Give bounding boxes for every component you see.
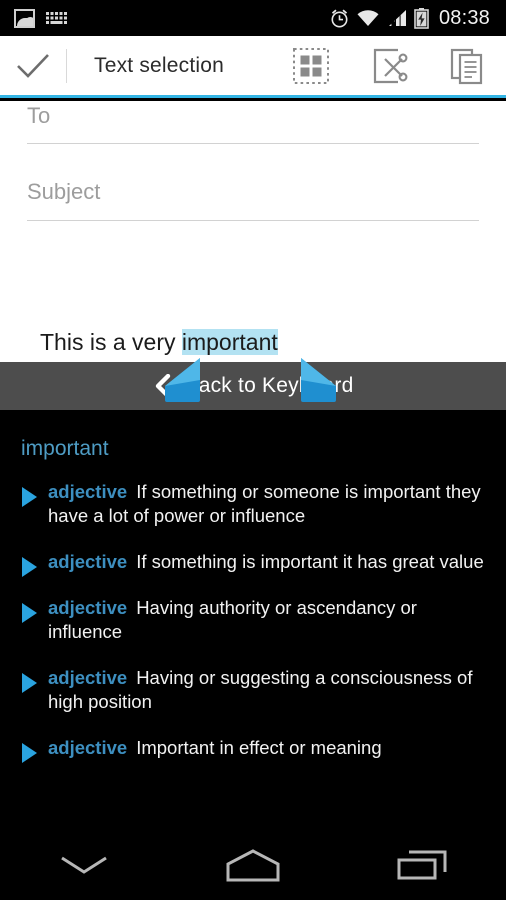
hide-keyboard-icon [61, 856, 108, 874]
recents-button[interactable] [337, 830, 506, 900]
part-of-speech: adjective [48, 551, 128, 572]
compose-area: To Subject This is a very important [0, 101, 506, 362]
subject-field[interactable]: Subject [27, 163, 479, 221]
status-bar-clock: 08:38 [438, 6, 490, 29]
select-all-icon [293, 47, 329, 84]
play-triangle-icon [22, 673, 37, 693]
play-triangle-icon [22, 603, 37, 623]
home-button[interactable] [169, 830, 338, 900]
dictionary-entry-text: adjective Having authority or ascendancy … [48, 596, 490, 644]
cut-button[interactable] [350, 35, 428, 97]
signal-icon [387, 9, 407, 27]
android-screen: 08:38 Text selection To Subject This is … [0, 0, 506, 900]
play-triangle-icon [22, 743, 37, 763]
dictionary-entry-list: adjective If something or someone is impo… [0, 480, 506, 782]
gallery-icon [14, 8, 35, 28]
to-field[interactable]: To [27, 101, 479, 144]
alarm-icon [329, 8, 349, 28]
list-item[interactable]: adjective If something or someone is impo… [0, 480, 506, 528]
copy-button[interactable] [428, 35, 506, 97]
play-triangle-icon [22, 487, 37, 507]
part-of-speech: adjective [48, 481, 128, 502]
message-body[interactable]: This is a very important [40, 329, 278, 356]
list-item[interactable]: adjective Having authority or ascendancy … [0, 596, 506, 644]
hide-keyboard-button[interactable] [0, 830, 169, 900]
dictionary-entry-text: adjective Having or suggesting a consciou… [48, 666, 490, 714]
part-of-speech: adjective [48, 667, 128, 688]
status-bar-right-icons: 08:38 [329, 7, 498, 30]
recents-icon [397, 850, 447, 880]
select-all-button[interactable] [272, 35, 350, 97]
action-bar-actions [272, 35, 506, 97]
list-item[interactable]: adjective Having or suggesting a consciou… [0, 666, 506, 714]
part-of-speech: adjective [48, 737, 128, 758]
play-triangle-icon [22, 557, 37, 577]
part-of-speech: adjective [48, 597, 128, 618]
keyboard-icon [45, 10, 69, 26]
back-to-keyboard-bar[interactable]: Back to Keyboard [0, 362, 506, 410]
dictionary-entry-text: adjective If something or someone is impo… [48, 480, 490, 528]
dictionary-headword: important [21, 437, 109, 460]
status-bar-left-icons [8, 8, 69, 28]
selection-handle-left[interactable] [163, 358, 201, 408]
home-icon [226, 849, 280, 882]
page-title: Text selection [94, 53, 225, 77]
list-item[interactable]: adjective If something is important it ha… [0, 550, 506, 577]
action-bar: Text selection [0, 36, 506, 98]
copy-icon [450, 48, 483, 84]
message-body-prefix: This is a very [40, 329, 182, 355]
definition-text: If something is important it has great v… [136, 551, 484, 572]
done-button[interactable] [0, 53, 66, 79]
dictionary-entry-text: adjective If something is important it ha… [48, 550, 490, 574]
list-item[interactable]: adjective Important in effect or meaning [0, 736, 506, 763]
definition-text: Important in effect or meaning [136, 737, 382, 758]
dictionary-entry-text: adjective Important in effect or meaning [48, 736, 490, 760]
battery-charging-icon [414, 7, 429, 29]
dictionary-panel: important adjective If something or someo… [0, 410, 506, 830]
selected-text[interactable]: important [181, 329, 278, 355]
cut-icon [373, 48, 408, 83]
checkmark-icon [17, 53, 49, 78]
selection-handle-right[interactable] [300, 358, 338, 408]
status-bar: 08:38 [0, 0, 506, 36]
android-navigation-bar [0, 830, 506, 900]
wifi-icon [356, 9, 380, 27]
